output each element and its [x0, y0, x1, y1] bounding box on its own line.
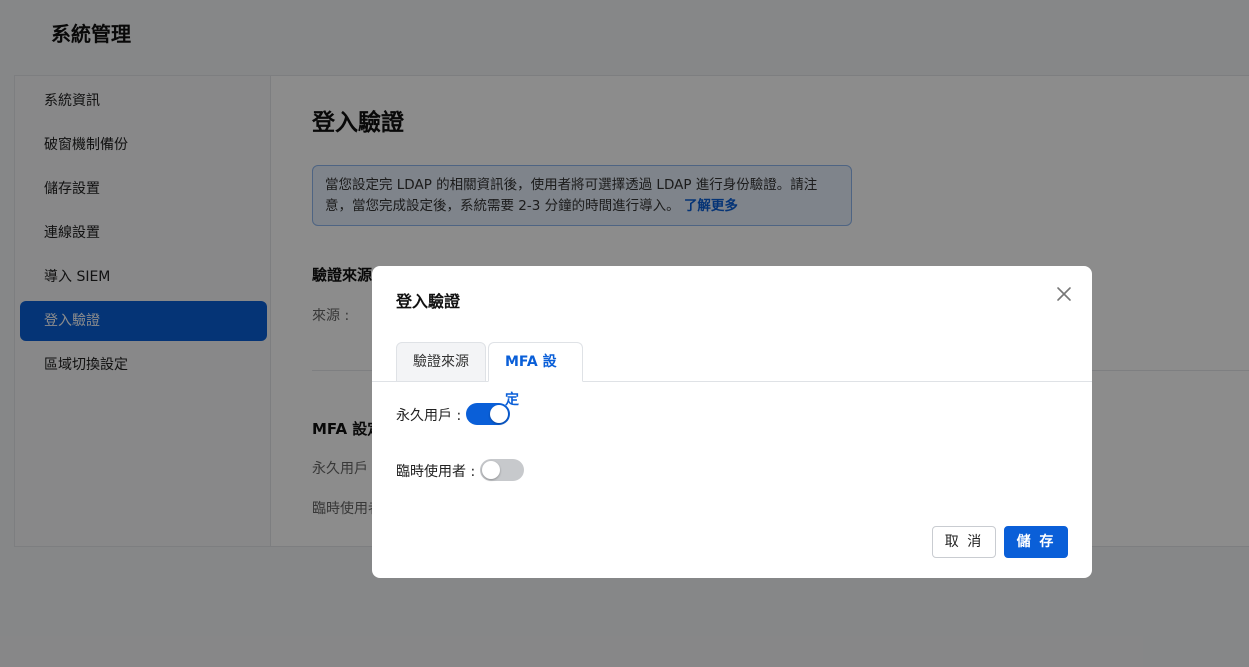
- toggle-knob: [482, 461, 500, 479]
- save-button[interactable]: 儲 存: [1004, 526, 1068, 558]
- close-icon[interactable]: [1054, 284, 1074, 304]
- login-auth-dialog: 登入驗證 驗證來源 MFA 設定 永久用戶 : 臨時使用者 : 取 消 儲 存: [372, 266, 1092, 578]
- permanent-user-toggle[interactable]: [466, 403, 510, 425]
- dialog-title: 登入驗證: [396, 292, 461, 311]
- temporary-user-toggle-label: 臨時使用者 :: [396, 464, 476, 480]
- tab-mfa-settings[interactable]: MFA 設定: [488, 342, 583, 408]
- toggle-knob: [490, 405, 508, 423]
- permanent-user-toggle-label: 永久用戶 :: [396, 408, 462, 424]
- temporary-user-toggle[interactable]: [480, 459, 524, 481]
- cancel-button[interactable]: 取 消: [932, 526, 996, 558]
- tab-auth-source[interactable]: 驗證來源: [396, 342, 486, 382]
